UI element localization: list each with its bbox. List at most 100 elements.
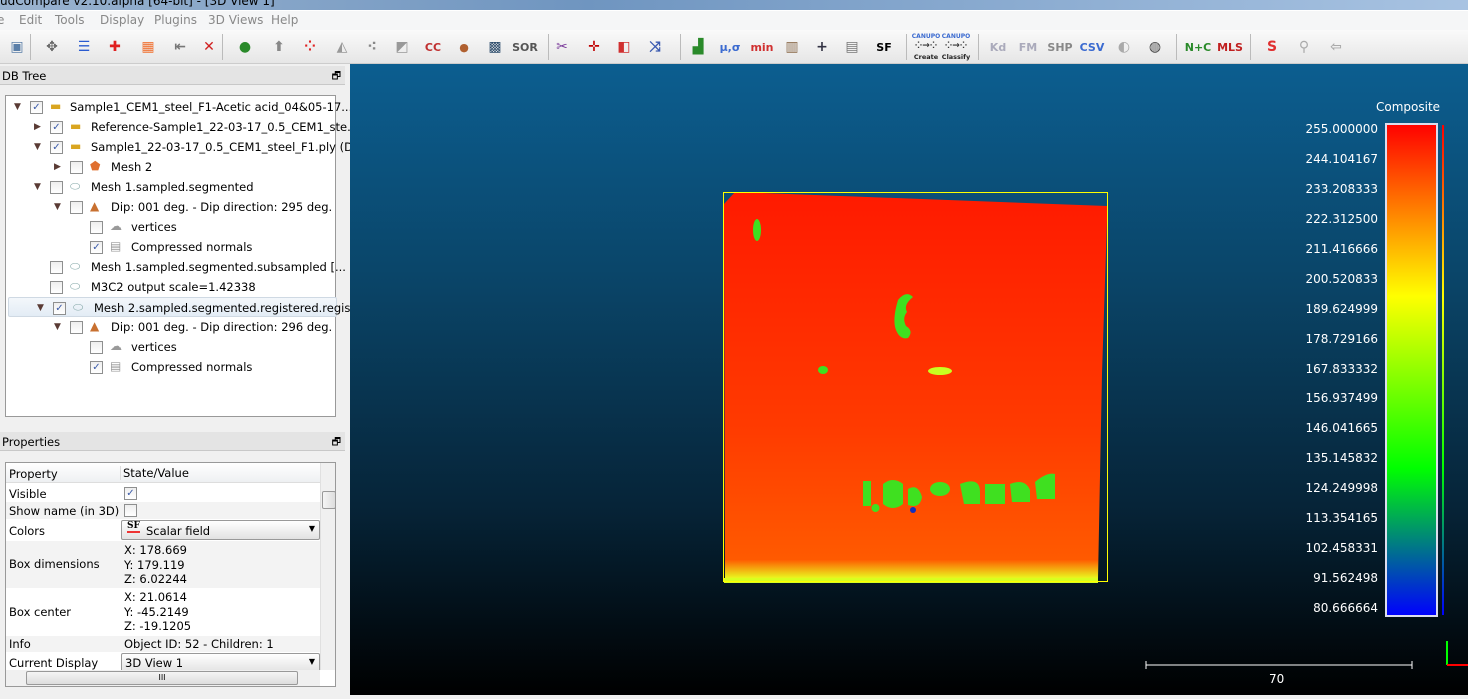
tree-item-checkbox[interactable] (90, 221, 103, 234)
subsample-icon[interactable]: ⁖ (360, 35, 384, 59)
tree-item[interactable]: ⬭ Mesh 1.sampled.segmented.subsampled [..… (6, 257, 346, 277)
profile-icon[interactable]: S (1260, 35, 1284, 59)
delete-icon[interactable]: ✕ (197, 35, 221, 59)
tree-item[interactable]: ✓ ▤ Compressed normals (6, 357, 335, 377)
mesh-icon[interactable]: ◭ (330, 35, 354, 59)
translate-rotate-icon[interactable]: ✛ (582, 35, 606, 59)
tree-item-checkbox[interactable]: ✓ (90, 241, 103, 254)
segment-icon[interactable]: ⤨ (643, 35, 667, 59)
sample-points-icon[interactable]: ⁘ (298, 35, 322, 59)
transform-icon[interactable]: ⇦ (1324, 35, 1348, 59)
normal-curvature-icon[interactable]: N+C (1185, 35, 1212, 59)
tree-item-checkbox[interactable]: ✓ (90, 361, 103, 374)
shade-icon[interactable]: ◐ (1112, 35, 1136, 59)
menu-display[interactable]: Display (100, 13, 144, 27)
tree-item-checkbox[interactable]: ✓ (50, 141, 63, 154)
tree-item[interactable]: ▼ ▲ Dip: 001 deg. - Dip direction: 295 deg… (6, 197, 335, 217)
primitive-icon[interactable]: ● (452, 35, 476, 59)
menu-tools[interactable]: Tools (55, 13, 85, 27)
tree-item-checkbox[interactable] (50, 181, 63, 194)
expanded-arrow-icon[interactable]: ▼ (14, 102, 21, 112)
gaussian-icon[interactable]: μ,σ (718, 35, 742, 59)
calculator-icon[interactable]: ▤ (840, 35, 864, 59)
menu-file-partial[interactable]: e (0, 13, 4, 27)
sor-filter-icon[interactable]: SOR (512, 35, 538, 59)
tree-item-checkbox[interactable] (90, 341, 103, 354)
column-property[interactable]: Property (9, 467, 58, 481)
color-ramp-icon[interactable]: ▦ (136, 35, 160, 59)
vertical-scrollbar[interactable] (320, 463, 335, 670)
tree-item[interactable]: ☁ vertices (6, 337, 335, 357)
mls-icon[interactable]: MLS (1217, 35, 1243, 59)
add-point-icon[interactable]: ✚ (103, 35, 127, 59)
tree-item[interactable]: ▼ ▲ Dip: 001 deg. - Dip direction: 296 deg… (6, 317, 335, 337)
expanded-arrow-icon[interactable]: ▼ (54, 322, 61, 332)
visible-checkbox[interactable]: ✓ (124, 487, 137, 500)
export-icon[interactable]: ⇤ (168, 35, 192, 59)
align-icon[interactable]: ● (233, 35, 257, 59)
normals-icon[interactable]: ⬆ (267, 35, 291, 59)
canupo-create-icon[interactable]: CANUPO ⁘→⁘ Create (912, 33, 940, 61)
expanded-arrow-icon[interactable]: ▼ (54, 202, 61, 212)
collapsed-arrow-icon[interactable]: ▶ (34, 122, 41, 132)
sf-icon[interactable]: SF (872, 35, 896, 59)
column-value[interactable]: State/Value (120, 466, 189, 480)
menu-3d-views[interactable]: 3D Views (208, 13, 263, 27)
3d-view[interactable]: Composite 255.000000 244.104167 233.208333… (350, 64, 1468, 695)
cross-section-icon[interactable]: ◧ (612, 35, 636, 59)
expanded-arrow-icon[interactable]: ▼ (37, 303, 44, 313)
tree-item-checkbox[interactable]: ✓ (30, 101, 43, 114)
canupo-create-label: Create (913, 53, 939, 61)
cloud-layer-icon[interactable]: ⚲ (1292, 35, 1316, 59)
tree-item[interactable]: ▼ ⬭ Mesh 1.sampled.segmented (6, 177, 335, 197)
cloud-compare-icon[interactable]: CC (421, 35, 445, 59)
csv-icon[interactable]: CSV (1080, 35, 1105, 59)
show-name-checkbox[interactable] (124, 504, 137, 517)
tree-item[interactable]: ✓ ▤ Compressed normals (6, 237, 335, 257)
float-panel-icon[interactable]: 🗗 (332, 435, 341, 452)
expanded-arrow-icon[interactable]: ▼ (34, 182, 41, 192)
delaunay-icon[interactable]: ◩ (390, 35, 414, 59)
tree-item[interactable]: ▼ ✓ ▬ Sample1_CEM1_steel_F1-Acetic acid_04&… (6, 97, 356, 117)
expanded-arrow-icon[interactable]: ▼ (34, 142, 41, 152)
shp-icon[interactable]: SHP (1047, 35, 1072, 59)
sphere-icon[interactable]: ◍ (1143, 35, 1167, 59)
horizontal-scrollbar[interactable]: III (6, 670, 320, 686)
save-icon[interactable]: ▣ (5, 35, 29, 59)
tree-item[interactable]: ▼ ✓ ▬ Sample1_22-03-17_0.5_CEM1_steel_F1.pl… (6, 137, 364, 157)
fast-marching-icon[interactable]: FM (1016, 35, 1040, 59)
collapsed-arrow-icon[interactable]: ▶ (54, 162, 61, 172)
tree-item[interactable]: ⬭ M3C2 output scale=1.42338 (6, 277, 335, 297)
float-panel-icon[interactable]: 🗗 (332, 69, 341, 86)
tree-item-checkbox[interactable] (70, 321, 83, 334)
list-icon[interactable]: ☰ (72, 35, 96, 59)
kd-tree-icon[interactable]: Kd (986, 35, 1010, 59)
tree-item[interactable]: ▼ ✓ ⬭ Mesh 2.sampled.segmented.registered.r… (8, 297, 361, 317)
tree-item-checkbox[interactable] (50, 281, 63, 294)
tree-item-checkbox[interactable] (50, 261, 63, 274)
tree-item-checkbox[interactable] (70, 161, 83, 174)
scissors-icon[interactable]: ✂ (550, 35, 574, 59)
scrollbar-thumb[interactable] (322, 491, 335, 509)
tree-item-checkbox[interactable] (70, 201, 83, 214)
tree-item-checkbox[interactable]: ✓ (53, 302, 66, 315)
scalar-field-delete-icon[interactable]: ▥ (780, 35, 804, 59)
histogram-icon[interactable]: ▟ (686, 35, 710, 59)
tree-item[interactable]: ▶ ⬟ Mesh 2 (6, 157, 335, 177)
tree-item[interactable]: ▶ ✓ ▬ Reference-Sample1_22-03-17_0.5_CEM1_s… (6, 117, 358, 137)
cloud-icon: ⬭ (70, 279, 81, 293)
menu-help[interactable]: Help (271, 13, 298, 27)
min-max-icon[interactable]: min (750, 35, 774, 59)
menu-edit[interactable]: Edit (19, 13, 42, 27)
add-icon[interactable]: + (810, 35, 834, 59)
colors-dropdown[interactable]: SF Scalar field ▼ (121, 520, 320, 540)
tree-item[interactable]: ☁ vertices (6, 217, 335, 237)
pick-center-icon[interactable]: ✥ (40, 35, 64, 59)
checkerboard-icon[interactable]: ▩ (483, 35, 507, 59)
canupo-classify-icon[interactable]: CANUPO ⁘→⁘ Classify (942, 33, 970, 61)
current-display-dropdown[interactable]: 3D View 1 ▼ (121, 653, 320, 670)
tree-item-checkbox[interactable]: ✓ (50, 121, 63, 134)
menu-plugins[interactable]: Plugins (154, 13, 197, 27)
folder-icon: ▬ (50, 99, 62, 113)
scrollbar-thumb[interactable]: III (26, 671, 298, 685)
